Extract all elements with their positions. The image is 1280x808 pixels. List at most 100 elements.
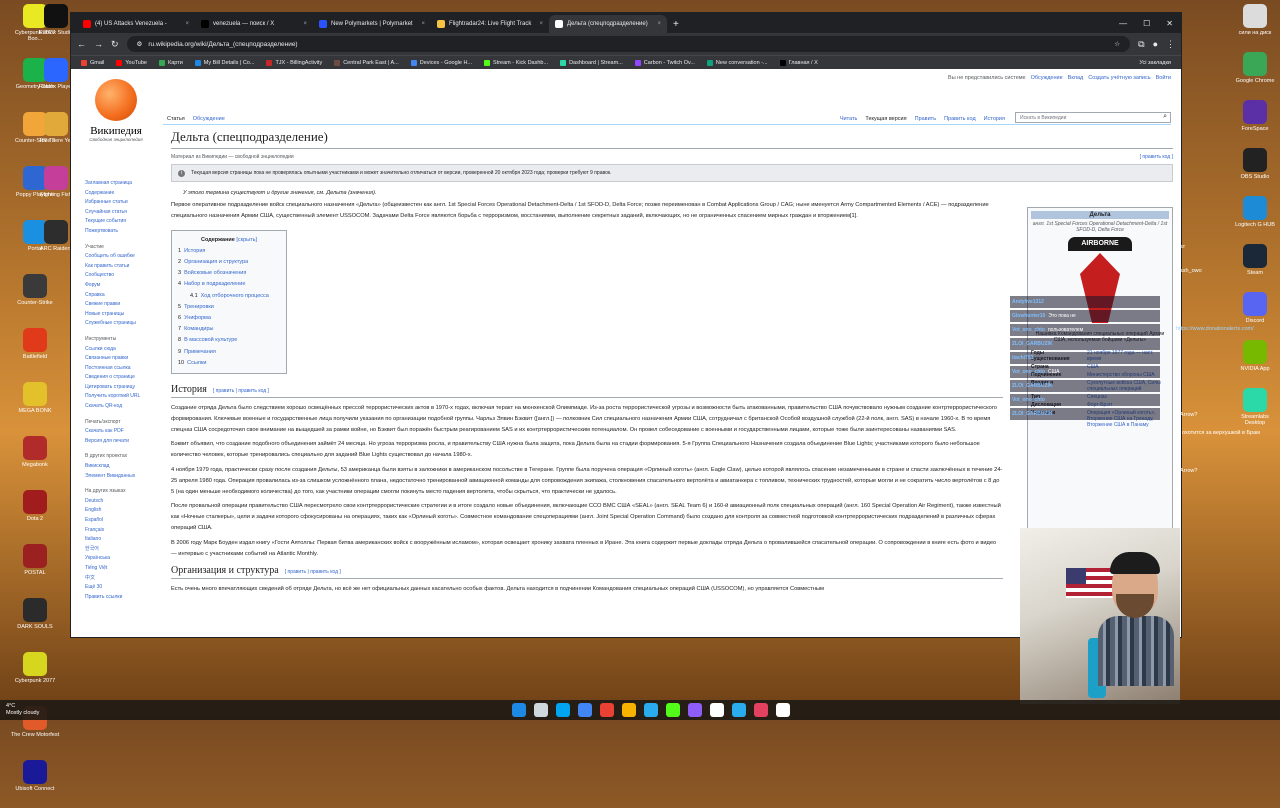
sidebar-link[interactable]: Заглавная страница	[85, 179, 151, 189]
sidebar-link[interactable]: Текущие события	[85, 217, 151, 227]
desktop-shortcut[interactable]: Dota 2	[7, 490, 63, 538]
sidebar-link[interactable]: Сведения о странице	[85, 373, 151, 383]
history-edit-link[interactable]: [ править | править код ]	[213, 388, 269, 394]
search-icon[interactable]: ⌕	[1163, 113, 1167, 121]
desktop-shortcut[interactable]: Battlefield	[7, 328, 63, 376]
menu-icon[interactable]: ⋮	[1166, 39, 1175, 50]
personal-link[interactable]: Создать учётную запись	[1088, 75, 1150, 81]
tab-close-icon[interactable]: ×	[657, 21, 661, 27]
sidebar-link[interactable]: Содержание	[85, 189, 151, 199]
taskbar-app-icon[interactable]	[710, 703, 724, 717]
address-bar[interactable]: ⚙ ru.wikipedia.org/wiki/Дельта_(спецподр…	[126, 36, 1131, 52]
desktop-shortcut[interactable]: Ubisoft Connect	[7, 760, 63, 808]
taskbar-app-icon[interactable]	[578, 703, 592, 717]
bookmark-item[interactable]: New conversation -...	[706, 59, 768, 66]
taskbar-app-icon[interactable]	[688, 703, 702, 717]
sidebar-link[interactable]: 中文	[85, 574, 151, 584]
bookmark-item[interactable]: Devices - Google H...	[410, 59, 472, 66]
profile-icon[interactable]: ●	[1153, 39, 1158, 49]
desktop-shortcut[interactable]: DARK SOULS	[7, 598, 63, 646]
bookmark-item[interactable]: TJX - BillingActivity	[266, 59, 322, 66]
desktop-shortcut[interactable]: MEGA BONK	[7, 382, 63, 430]
sidebar-link[interactable]: Ещё 30	[85, 583, 151, 593]
extensions-icon[interactable]: ⧉	[1138, 39, 1144, 50]
view-tab[interactable]: Править	[911, 116, 940, 124]
tab-close-icon[interactable]: ×	[539, 21, 543, 27]
desktop-shortcut[interactable]: Google Chrome	[1231, 52, 1279, 96]
bookmark-item[interactable]: Главная / X	[779, 59, 818, 66]
sidebar-link[interactable]: Постоянная ссылка	[85, 364, 151, 374]
weather-widget[interactable]: 4°C Mostly cloudy	[0, 703, 39, 717]
desktop-shortcut[interactable]: Streamlabs Desktop	[1231, 388, 1279, 432]
desktop-shortcut[interactable]: Cyberpunk 2077	[7, 652, 63, 700]
sidebar-link[interactable]: Как править статьи	[85, 262, 151, 272]
sidebar-link[interactable]: Форум	[85, 281, 151, 291]
browser-tab[interactable]: New Polymarkets | Polymarket ×	[313, 15, 431, 33]
bookmark-item[interactable]: Carbon - Twitch Ov...	[634, 59, 695, 66]
personal-link[interactable]: Обсуждение	[1031, 75, 1063, 81]
sidebar-link[interactable]: Сообщить об ошибке	[85, 252, 151, 262]
view-tab[interactable]: История	[980, 116, 1009, 124]
org-edit-link[interactable]: [ править | править код ]	[285, 569, 341, 575]
bookmark-item[interactable]: Карти	[159, 59, 183, 66]
sidebar-link[interactable]: Версия для печати	[85, 437, 151, 447]
back-icon[interactable]: ←	[77, 39, 86, 49]
desktop-shortcut[interactable]: NVIDIA App	[1231, 340, 1279, 384]
toc-entry[interactable]: 4 Набор в подразделение	[178, 279, 280, 290]
toc-entry[interactable]: 10 Ссылки	[178, 358, 280, 369]
sidebar-link[interactable]: Элемент Викиданных	[85, 472, 151, 482]
search-input[interactable]: Искать в Википедии ⌕	[1015, 112, 1171, 123]
toc-entry[interactable]: 1 История	[178, 246, 280, 257]
bookmark-item[interactable]: YouTube	[116, 59, 147, 66]
sidebar-link[interactable]: Сообщество	[85, 271, 151, 281]
taskbar-app-icon[interactable]	[622, 703, 636, 717]
bookmark-item[interactable]: Gmail	[81, 59, 104, 66]
new-tab-button[interactable]: +	[667, 19, 685, 33]
sidebar-link[interactable]: Случайная статья	[85, 208, 151, 218]
sidebar-link[interactable]: Цитировать страницу	[85, 383, 151, 393]
page-tab[interactable]: Статья	[163, 116, 189, 124]
sidebar-link[interactable]: 한국어	[85, 545, 151, 555]
taskbar-app-icon[interactable]	[754, 703, 768, 717]
personal-link[interactable]: Войти	[1156, 75, 1171, 81]
browser-tab[interactable]: Дельта (спецподразделение) ×	[549, 15, 667, 33]
desktop-shortcut[interactable]: сили на диск	[1231, 4, 1279, 48]
toc-entry[interactable]: 7 Командиры	[178, 324, 280, 335]
toc-toggle[interactable]: [скрыть]	[236, 237, 257, 243]
sidebar-link[interactable]: Українська	[85, 554, 151, 564]
taskbar-app-icon[interactable]	[776, 703, 790, 717]
desktop-shortcut[interactable]: Logitech G HUB	[1231, 196, 1279, 240]
sidebar-link[interactable]: English	[85, 506, 151, 516]
taskbar-app-icon[interactable]	[556, 703, 570, 717]
sidebar-link[interactable]: Связанные правки	[85, 354, 151, 364]
all-bookmarks[interactable]: Усі закладки	[1139, 60, 1171, 66]
taskbar-app-icon[interactable]	[732, 703, 746, 717]
toc-entry[interactable]: 5 Тренировки	[178, 302, 280, 313]
browser-tab[interactable]: (4) US Attacks Venezuela - ×	[77, 15, 195, 33]
tab-close-icon[interactable]: ×	[303, 21, 307, 27]
bookmark-star-icon[interactable]: ☆	[1114, 40, 1120, 48]
sidebar-link[interactable]: Пожертвовать	[85, 227, 151, 237]
sidebar-link[interactable]: Викисклад	[85, 462, 151, 472]
taskbar-app-icon[interactable]	[600, 703, 614, 717]
view-tab[interactable]: Читать	[836, 116, 862, 124]
view-tab[interactable]: Текущая версия	[861, 116, 910, 124]
bookmark-item[interactable]: Central Park East | A...	[334, 59, 399, 66]
desktop-shortcut[interactable]: Megabonk	[7, 436, 63, 484]
sidebar-link[interactable]: Italiano	[85, 535, 151, 545]
sidebar-link[interactable]: Свежие правки	[85, 300, 151, 310]
wikipedia-logo[interactable]: Википедия Свободная энциклопедия	[83, 79, 149, 142]
desktop-shortcut[interactable]: OBS Studio	[1231, 148, 1279, 192]
reload-icon[interactable]: ↻	[111, 39, 119, 50]
toc-entry[interactable]: 9 Примечания	[178, 347, 280, 358]
tab-close-icon[interactable]: ×	[421, 21, 425, 27]
toc-entry[interactable]: 2 Организация и структура	[178, 257, 280, 268]
desktop-shortcut[interactable]: Steam	[1231, 244, 1279, 288]
taskbar-app-icon[interactable]	[534, 703, 548, 717]
taskbar-app-icon[interactable]	[666, 703, 680, 717]
toc-entry[interactable]: 4.1 Ход отборочного процесса	[178, 291, 280, 302]
maximize-icon[interactable]: ☐	[1143, 19, 1150, 28]
desktop-shortcut[interactable]: ForeSpace	[1231, 100, 1279, 144]
sidebar-link[interactable]: Править ссылки	[85, 593, 151, 603]
forward-icon[interactable]: →	[94, 39, 103, 49]
